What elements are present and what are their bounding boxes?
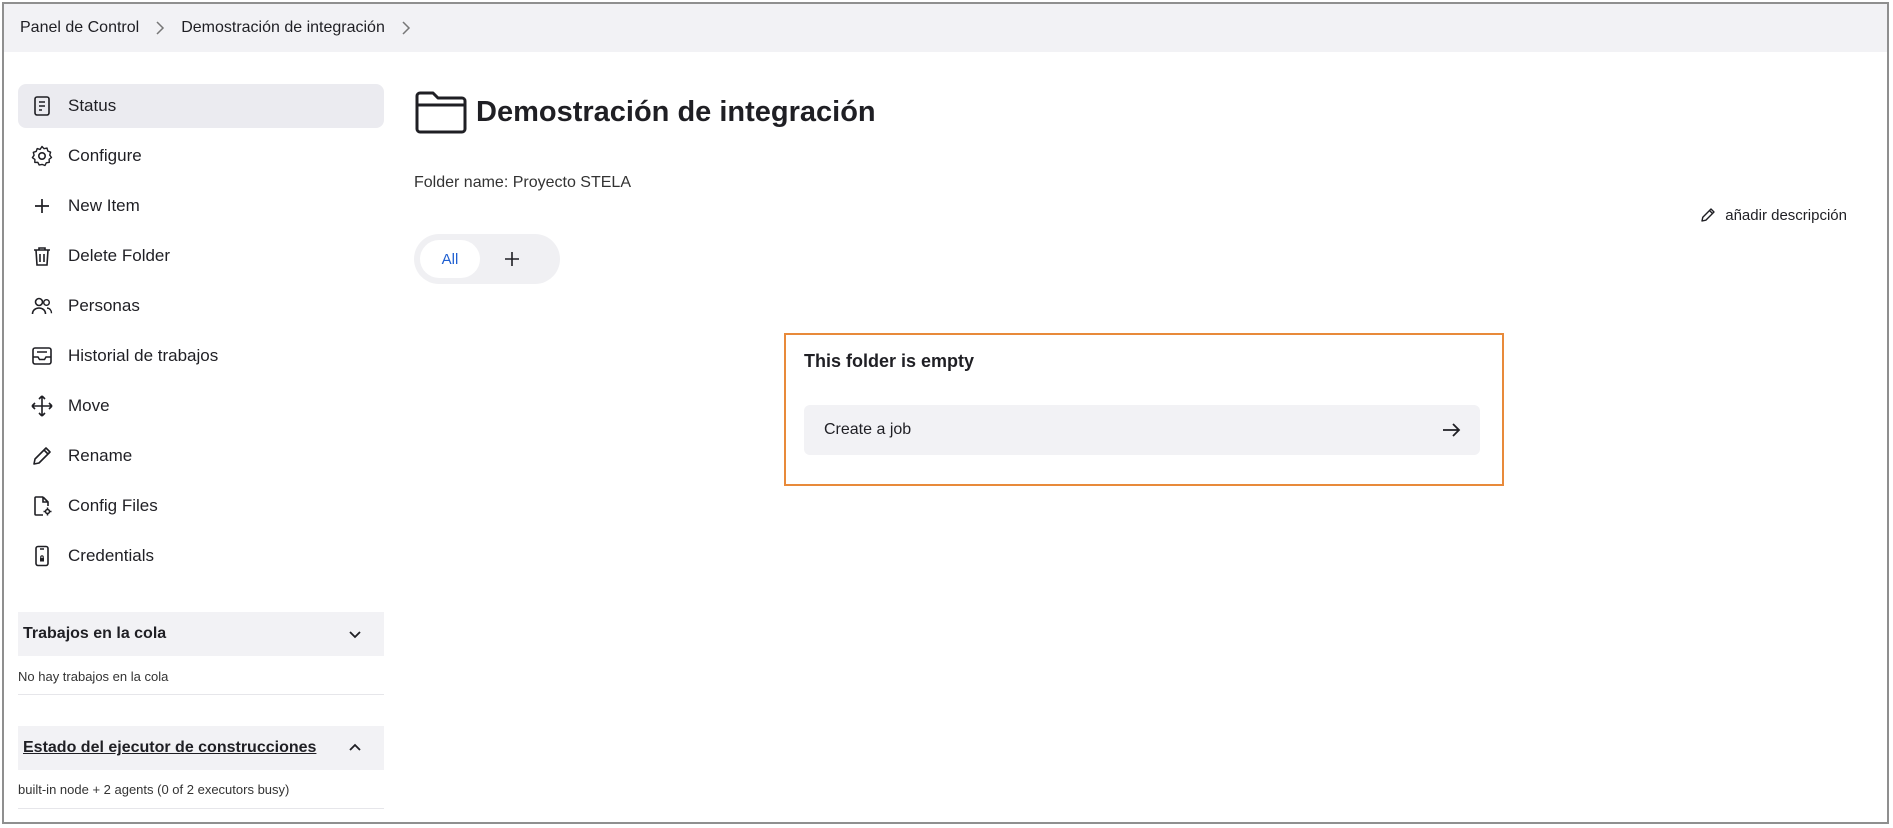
- plus-icon: [30, 194, 54, 218]
- chevron-right-icon[interactable]: [401, 21, 411, 35]
- add-description-label: añadir descripción: [1725, 206, 1847, 224]
- sidebar-item-config-files[interactable]: Config Files: [18, 484, 384, 528]
- executor-panel-header: Estado del ejecutor de construcciones: [18, 726, 384, 770]
- sidebar-item-personas[interactable]: Personas: [18, 284, 384, 328]
- create-job-label: Create a job: [824, 421, 912, 438]
- breadcrumb-dashboard[interactable]: Panel de Control: [20, 19, 139, 37]
- executor-status-text: built-in node + 2 agents (0 of 2 executo…: [18, 782, 290, 797]
- file-gear-icon: [30, 494, 54, 518]
- sidebar-item-move[interactable]: Move: [18, 384, 384, 428]
- breadcrumb-folder[interactable]: Demostración de integración: [181, 19, 385, 37]
- sidebar-item-label: New Item: [68, 196, 140, 215]
- sidebar-item-label: Historial de trabajos: [68, 346, 219, 365]
- people-icon: [30, 294, 54, 318]
- sidebar-item-label: Configure: [68, 146, 142, 165]
- move-icon: [30, 394, 54, 418]
- view-tabs: All: [414, 234, 560, 284]
- pencil-icon: [1701, 208, 1715, 222]
- sidebar-item-new-item[interactable]: New Item: [18, 184, 384, 228]
- queue-panel-body: No hay trabajos en la cola: [18, 659, 384, 695]
- gear-icon: [30, 144, 54, 168]
- sidebar-item-label: Delete Folder: [68, 246, 171, 265]
- trash-icon: [30, 244, 54, 268]
- document-icon: [30, 94, 54, 118]
- queue-panel-title: Trabajos en la cola: [23, 625, 167, 642]
- inbox-icon: [30, 344, 54, 368]
- empty-folder-title: This folder is empty: [804, 351, 975, 371]
- sidebar-item-label: Rename: [68, 446, 133, 465]
- tab-all[interactable]: All: [420, 240, 480, 278]
- pencil-icon: [30, 444, 54, 468]
- create-job-button[interactable]: Create a job: [804, 405, 1480, 455]
- page-header: Demostración de integración: [414, 89, 876, 135]
- chevron-right-icon: [155, 21, 165, 35]
- queue-empty-text: No hay trabajos en la cola: [18, 669, 169, 684]
- sidebar-item-delete-folder[interactable]: Delete Folder: [18, 234, 384, 278]
- phone-lock-icon: [30, 544, 54, 568]
- plus-icon: [505, 252, 519, 266]
- sidebar-item-label: Credentials: [68, 546, 154, 565]
- sidebar-item-label: Move: [68, 396, 110, 415]
- page-title: Demostración de integración: [476, 95, 876, 128]
- sidebar-item-credentials[interactable]: Credentials: [18, 534, 384, 578]
- folder-icon: [415, 91, 467, 134]
- arrow-right-icon: [1443, 423, 1461, 437]
- sidebar-item-status[interactable]: Status: [18, 84, 384, 128]
- executor-panel-title[interactable]: Estado del ejecutor de construcciones: [23, 739, 316, 757]
- sidebar-item-configure[interactable]: Configure: [18, 134, 384, 178]
- sidebar-item-rename[interactable]: Rename: [18, 434, 384, 478]
- sidebar: Status Configure New Item Delete Folder …: [18, 84, 384, 584]
- queue-panel-header[interactable]: Trabajos en la cola: [18, 612, 384, 656]
- app-window: Panel de Control Demostración de integra…: [2, 2, 1889, 824]
- sidebar-item-label: Status: [68, 96, 117, 115]
- executor-panel-body: built-in node + 2 agents (0 of 2 executo…: [18, 773, 384, 809]
- chevron-up-icon[interactable]: [346, 739, 364, 757]
- sidebar-item-label: Config Files: [68, 496, 158, 515]
- breadcrumb: Panel de Control Demostración de integra…: [4, 4, 1887, 52]
- add-view-button[interactable]: [494, 241, 530, 277]
- sidebar-item-label: Personas: [68, 296, 140, 315]
- chevron-down-icon[interactable]: [346, 625, 364, 643]
- empty-folder-card: This folder is empty Create a job: [784, 333, 1504, 486]
- sidebar-item-historial[interactable]: Historial de trabajos: [18, 334, 384, 378]
- add-description-link[interactable]: añadir descripción: [1699, 206, 1847, 224]
- folder-name-text: Folder name: Proyecto STELA: [414, 174, 631, 191]
